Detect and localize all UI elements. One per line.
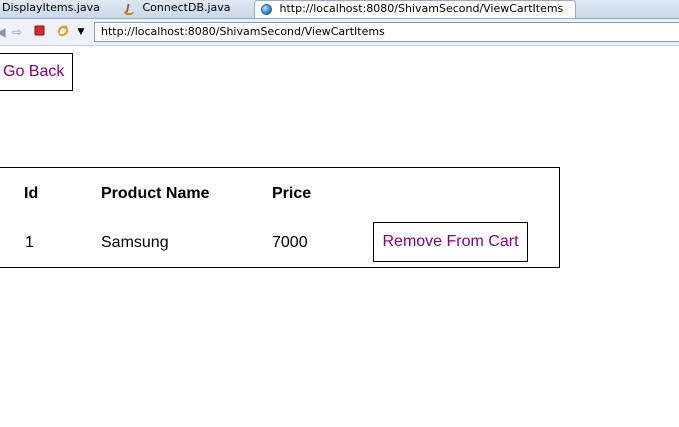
page-content: Go Back Id Product Name Price 1 Samsung … [0, 46, 679, 427]
tab-displayitems-java[interactable]: DisplayItems.java [2, 0, 112, 18]
tab-connectdb-java[interactable]: ConnectDB.java [124, 0, 249, 18]
tab-label: http://localhost:8080/ShivamSecond/ViewC… [279, 2, 564, 15]
cell-id: 1 [25, 234, 34, 251]
java-file-icon [124, 1, 135, 16]
tab-label: ConnectDB.java [142, 1, 231, 14]
cell-product-name: Samsung [101, 234, 169, 251]
cart-table: Id Product Name Price 1 Samsung 7000 Rem… [0, 167, 560, 268]
cell-price: 7000 [272, 234, 308, 251]
dropdown-arrow-icon[interactable]: ▼ [76, 24, 86, 40]
globe-icon [261, 3, 272, 15]
remove-from-cart-button[interactable]: Remove From Cart [373, 222, 528, 262]
browser-toolbar: ◀ ⇨ ▼ http://localhost:8080/ShivamSecond… [0, 19, 679, 46]
back-arrow-icon[interactable]: ◀ [0, 24, 6, 40]
header-price: Price [272, 185, 312, 202]
stop-icon[interactable] [33, 24, 45, 40]
forward-arrow-icon[interactable]: ⇨ [9, 24, 25, 40]
tab-label: DisplayItems.java [2, 1, 100, 14]
go-back-button[interactable]: Go Back [0, 53, 73, 91]
header-product-name: Product Name [101, 185, 210, 202]
header-id: Id [24, 185, 39, 202]
editor-tab-bar: DisplayItems.java ConnectDB.java http://… [0, 0, 679, 19]
url-input[interactable]: http://localhost:8080/ShivamSecond/ViewC… [94, 22, 679, 42]
tab-view-cart-items[interactable]: http://localhost:8080/ShivamSecond/ViewC… [254, 0, 576, 18]
refresh-icon[interactable] [55, 24, 71, 40]
close-tab-icon[interactable]: ✕ [575, 1, 576, 16]
